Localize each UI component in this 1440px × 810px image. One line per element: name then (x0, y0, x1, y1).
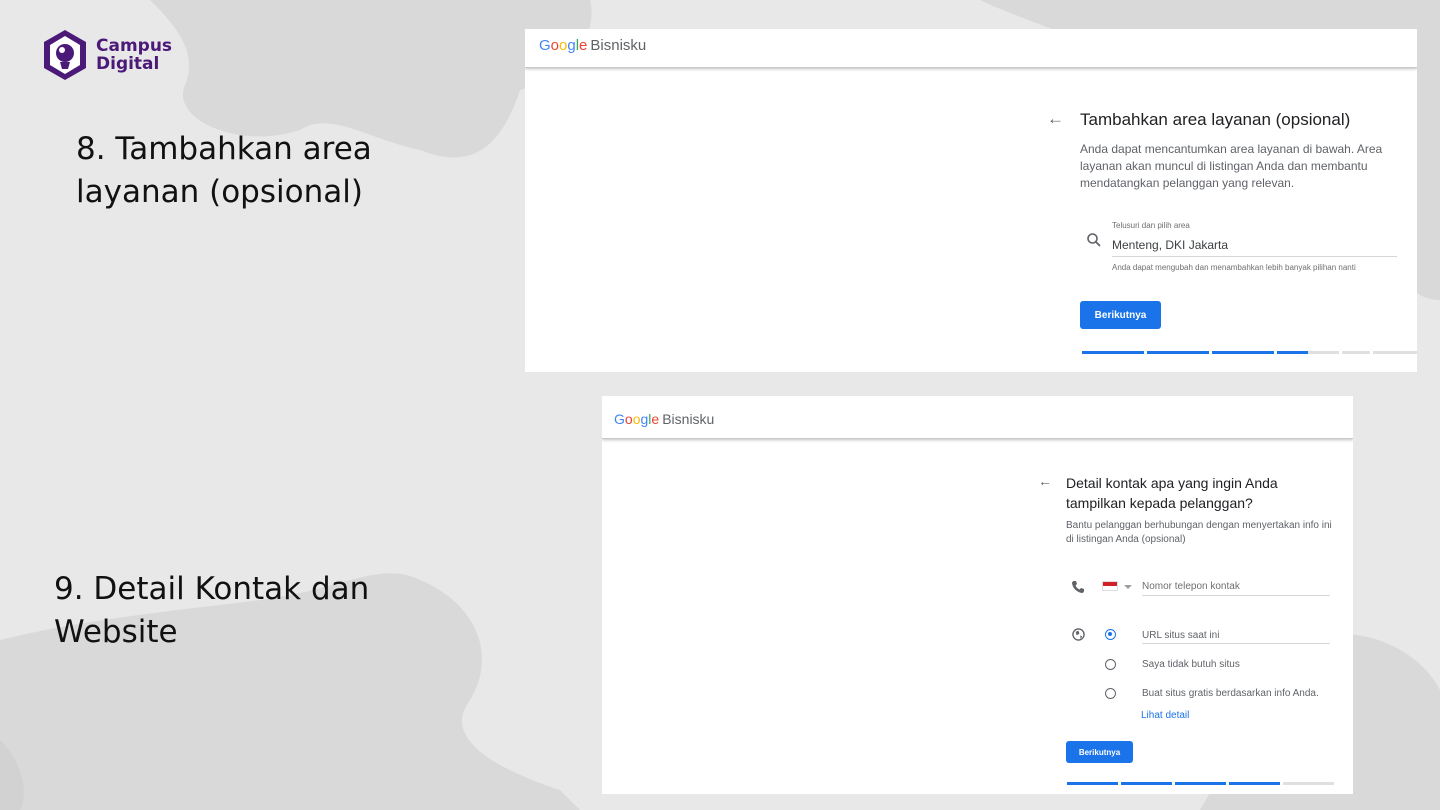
brand-letter: G (614, 411, 625, 427)
radio-no-website[interactable] (1105, 659, 1116, 670)
arrow-left-icon[interactable]: ← (1038, 473, 1052, 489)
progress-fill (1277, 351, 1308, 354)
app-header: Google Bisnisku (602, 396, 1353, 439)
step-9-caption-line-2: Website (54, 614, 178, 650)
current-url-input[interactable]: URL situs saat ini (1142, 630, 1330, 641)
google-bisnisku-logo: Google Bisnisku (539, 37, 646, 54)
progress-fill (1147, 351, 1209, 354)
google-bisnisku-logo: Google Bisnisku (614, 411, 714, 427)
progress-segment (1067, 782, 1118, 785)
url-underline (1142, 643, 1330, 644)
step-8-caption: 8. Tambahkan area layanan (opsional) (76, 131, 372, 210)
search-label: Telusuri dan pilih area (1112, 221, 1190, 230)
progress-fill (1067, 782, 1118, 785)
page-title: Tambahkan area layanan (opsional) (1080, 110, 1351, 129)
progress-segment (1212, 351, 1274, 354)
progress-fill (1082, 351, 1144, 354)
lightbulb-shield-icon (44, 30, 86, 80)
phone-underline (1142, 595, 1330, 596)
logo-line-1: Campus (96, 36, 173, 56)
phone-icon (1072, 581, 1084, 593)
option-no-website-label: Saya tidak butuh situs (1142, 659, 1240, 670)
brand-letter: e (651, 411, 660, 427)
brand-letter: e (579, 37, 588, 54)
search-input[interactable]: Menteng, DKI Jakarta (1112, 238, 1397, 254)
progress-segment (1082, 351, 1144, 354)
step-9-caption: 9. Detail Kontak dan Website (54, 568, 454, 654)
progress-segment (1175, 782, 1226, 785)
radio-current-url[interactable] (1105, 629, 1116, 640)
logo-line-2: Digital (96, 54, 160, 74)
chevron-down-icon[interactable] (1124, 585, 1132, 589)
radio-free-website[interactable] (1105, 688, 1116, 699)
progress-segment (1342, 351, 1370, 354)
progress-segment (1229, 782, 1280, 785)
phone-input[interactable]: Nomor telepon kontak (1142, 581, 1330, 592)
progress-fill (1212, 351, 1274, 354)
screenshot-contact-details: Google Bisnisku ← Detail kontak apa yang … (602, 396, 1353, 794)
next-button[interactable]: Berikutnya (1066, 741, 1133, 763)
brand-letter: G (539, 37, 551, 54)
page-title: Detail kontak apa yang ingin Anda tampil… (1066, 475, 1278, 511)
screenshot-service-area: Google Bisnisku ← Tambahkan area layanan … (525, 29, 1417, 372)
progress-fill (1229, 782, 1280, 785)
progress-bar (1082, 351, 1417, 354)
progress-fill (1121, 782, 1172, 785)
indonesia-flag-icon[interactable] (1102, 581, 1118, 591)
page-description: Bantu pelanggan berhubungan dengan menye… (1066, 520, 1332, 545)
step-9-caption-line-1: 9. Detail Kontak dan (54, 571, 370, 607)
brand-product: Bisnisku (662, 411, 715, 427)
page-description: Anda dapat mencantumkan area layanan di … (1080, 142, 1383, 190)
app-header: Google Bisnisku (525, 29, 1417, 68)
next-button[interactable]: Berikutnya (1080, 301, 1161, 329)
brand-product: Bisnisku (590, 37, 647, 54)
brand-letter: o (624, 411, 633, 427)
brand-letter: g (567, 37, 576, 54)
view-details-link[interactable]: Lihat detail (1141, 710, 1189, 721)
progress-segment (1373, 351, 1417, 354)
arrow-left-icon[interactable]: ← (1047, 109, 1064, 129)
progress-segment (1121, 782, 1172, 785)
search-icon (1087, 233, 1101, 247)
progress-segment (1147, 351, 1209, 354)
search-underline (1112, 256, 1397, 257)
campus-digital-logo: Campus Digital (40, 28, 172, 82)
brand-letter: o (550, 37, 560, 54)
progress-segment (1277, 351, 1339, 354)
search-hint: Anda dapat mengubah dan menambahkan lebi… (1112, 263, 1356, 272)
progress-segment (1283, 782, 1334, 785)
progress-fill (1175, 782, 1226, 785)
progress-bar (1067, 782, 1334, 785)
option-free-website-label: Buat situs gratis berdasarkan info Anda. (1142, 688, 1319, 699)
globe-icon (1072, 628, 1085, 641)
